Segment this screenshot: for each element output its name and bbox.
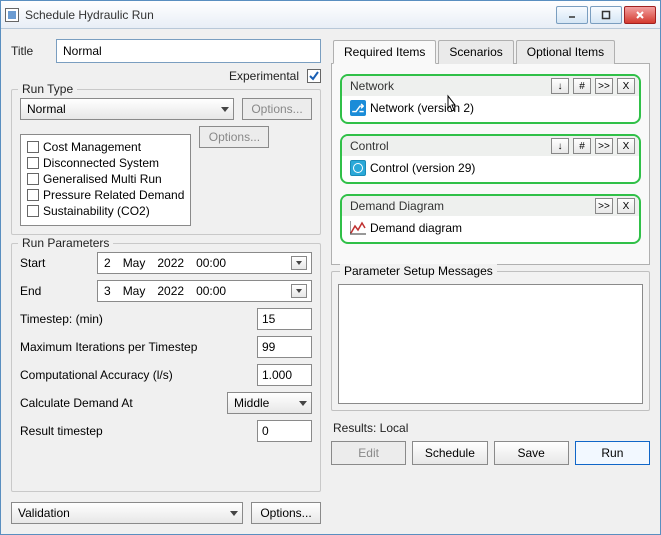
run-type-select[interactable]: Normal: [20, 98, 234, 120]
tab-required-items[interactable]: Required Items: [333, 40, 436, 64]
run-parameters-legend: Run Parameters: [18, 236, 113, 250]
maximize-button[interactable]: [590, 6, 622, 24]
control-card-title: Control: [350, 139, 547, 153]
title-label: Title: [11, 44, 56, 58]
network-item[interactable]: Network (version 2): [370, 101, 474, 115]
tab-optional-items[interactable]: Optional Items: [516, 40, 615, 64]
run-parameters-group: Run Parameters Start 2 May 2022 00:00: [11, 243, 321, 492]
close-button[interactable]: [624, 6, 656, 24]
minimize-button[interactable]: [556, 6, 588, 24]
result-ts-label: Result timestep: [20, 424, 257, 438]
maxiter-label: Maximum Iterations per Timestep: [20, 340, 257, 354]
end-date-picker[interactable]: 3 May 2022 00:00: [97, 280, 312, 302]
network-card-title: Network: [350, 79, 547, 93]
run-type-checklist[interactable]: Cost Management Disconnected System Gene…: [20, 134, 191, 226]
experimental-checkbox[interactable]: [307, 69, 321, 83]
checkbox[interactable]: [27, 141, 39, 153]
remove-button[interactable]: X: [617, 198, 635, 214]
chevron-down-icon: [299, 401, 307, 406]
timestep-label: Timestep: (min): [20, 312, 257, 326]
expand-button[interactable]: >>: [595, 78, 613, 94]
demand-card: Demand Diagram >> X Demand diagram: [340, 194, 641, 244]
validation-select[interactable]: Validation: [11, 502, 243, 524]
network-icon: ⎇: [350, 100, 366, 116]
checkbox[interactable]: [27, 157, 39, 169]
start-label: Start: [20, 256, 97, 270]
checkbox[interactable]: [27, 173, 39, 185]
down-button[interactable]: ↓: [551, 138, 569, 154]
end-label: End: [20, 284, 97, 298]
control-item[interactable]: Control (version 29): [370, 161, 475, 175]
save-button[interactable]: Save: [494, 441, 569, 465]
maxiter-input[interactable]: [257, 336, 312, 358]
expand-button[interactable]: >>: [595, 198, 613, 214]
timestep-input[interactable]: [257, 308, 312, 330]
start-date-picker[interactable]: 2 May 2022 00:00: [97, 252, 312, 274]
remove-button[interactable]: X: [617, 138, 635, 154]
accuracy-input[interactable]: [257, 364, 312, 386]
calc-at-select[interactable]: Middle: [227, 392, 312, 414]
list-item: Disconnected System: [27, 155, 184, 171]
control-card: Control ↓ # >> X Control (version 29): [340, 134, 641, 184]
messages-group: Parameter Setup Messages: [331, 271, 650, 411]
result-ts-input[interactable]: [257, 420, 312, 442]
list-item: Generalised Multi Run: [27, 171, 184, 187]
list-item: Pressure Related Demand: [27, 187, 184, 203]
checkbox[interactable]: [27, 189, 39, 201]
run-type-legend: Run Type: [18, 82, 77, 96]
run-type-options-2[interactable]: Options...: [199, 126, 269, 148]
tab-scenarios[interactable]: Scenarios: [438, 40, 513, 64]
tab-body: Network ↓ # >> X ⎇ Network (version 2): [331, 64, 650, 265]
edit-button[interactable]: Edit: [331, 441, 406, 465]
run-type-options-1[interactable]: Options...: [242, 98, 312, 120]
list-item: Sustainability (CO2): [27, 203, 184, 219]
demand-item[interactable]: Demand diagram: [370, 221, 462, 235]
calendar-icon[interactable]: [291, 256, 307, 270]
validation-options-button[interactable]: Options...: [251, 502, 321, 524]
window: Schedule Hydraulic Run Title Experimenta…: [0, 0, 661, 535]
hash-button[interactable]: #: [573, 138, 591, 154]
titlebar: Schedule Hydraulic Run: [1, 1, 660, 29]
tabs: Required Items Scenarios Optional Items: [331, 39, 650, 64]
demand-card-title: Demand Diagram: [350, 199, 591, 213]
chevron-down-icon: [221, 107, 229, 112]
messages-box[interactable]: [338, 284, 643, 404]
expand-button[interactable]: >>: [595, 138, 613, 154]
calendar-icon[interactable]: [291, 284, 307, 298]
checkbox[interactable]: [27, 205, 39, 217]
hash-button[interactable]: #: [573, 78, 591, 94]
accuracy-label: Computational Accuracy (l/s): [20, 368, 257, 382]
title-input[interactable]: [56, 39, 321, 63]
app-icon: [5, 8, 19, 22]
schedule-button[interactable]: Schedule: [412, 441, 487, 465]
list-item: Cost Management: [27, 139, 184, 155]
remove-button[interactable]: X: [617, 78, 635, 94]
chevron-down-icon: [230, 511, 238, 516]
network-card: Network ↓ # >> X ⎇ Network (version 2): [340, 74, 641, 124]
calc-at-label: Calculate Demand At: [20, 396, 227, 410]
results-label: Results: Local: [333, 421, 648, 435]
messages-legend: Parameter Setup Messages: [340, 264, 497, 278]
control-icon: [350, 160, 366, 176]
window-title: Schedule Hydraulic Run: [25, 8, 556, 22]
run-button[interactable]: Run: [575, 441, 650, 465]
run-type-value: Normal: [27, 102, 66, 116]
down-button[interactable]: ↓: [551, 78, 569, 94]
experimental-label: Experimental: [229, 69, 299, 83]
demand-icon: [350, 220, 366, 236]
run-type-group: Run Type Normal Options... Cost Manageme…: [11, 89, 321, 235]
